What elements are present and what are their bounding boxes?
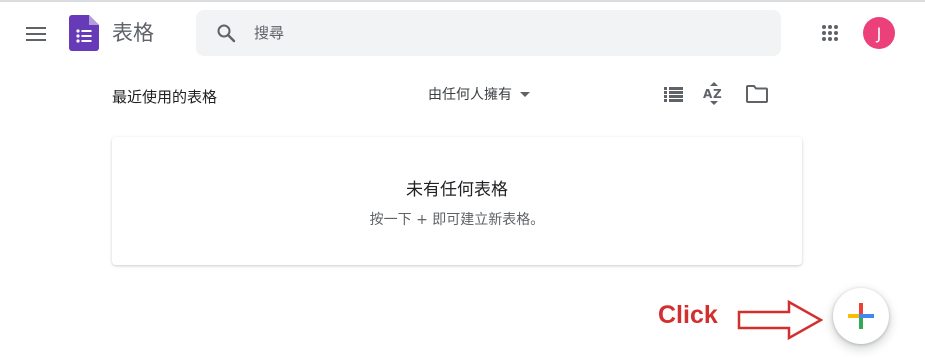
- list-view-icon: [663, 86, 683, 102]
- search-bar[interactable]: [196, 10, 781, 56]
- click-annotation-label: Click: [658, 301, 718, 329]
- sort-button[interactable]: A Z: [701, 81, 727, 107]
- create-new-form-button[interactable]: [833, 288, 889, 344]
- right-arrow-annotation-icon: [737, 300, 823, 340]
- app-title[interactable]: 表格: [112, 18, 154, 48]
- multicolor-plus-icon: [848, 303, 874, 329]
- empty-forms-card: 未有任何表格 按一下 + 即可建立新表格。: [112, 137, 802, 265]
- apps-grid-icon: [822, 25, 838, 41]
- top-border: [0, 0, 925, 2]
- svg-text:Z: Z: [713, 87, 722, 101]
- forms-logo-icon: [69, 15, 99, 51]
- account-avatar[interactable]: J: [863, 17, 895, 49]
- dropdown-caret-icon: [520, 91, 530, 97]
- apps-launcher-button[interactable]: [816, 19, 844, 47]
- hamburger-menu-icon: [26, 27, 46, 41]
- list-view-button[interactable]: [660, 81, 686, 107]
- folder-icon: [746, 85, 768, 103]
- sort-az-icon: A Z: [703, 82, 722, 105]
- owner-filter-dropdown[interactable]: 由任何人擁有: [428, 83, 530, 105]
- empty-state-title: 未有任何表格: [406, 180, 508, 200]
- owner-filter-label: 由任何人擁有: [428, 87, 512, 103]
- empty-state-hint: 按一下 + 即可建立新表格。: [369, 212, 545, 228]
- search-input[interactable]: [252, 23, 756, 43]
- section-title: 最近使用的表格: [112, 88, 218, 106]
- main-menu-button[interactable]: [22, 20, 50, 48]
- open-file-picker-button[interactable]: [744, 81, 770, 107]
- forms-logo[interactable]: [69, 15, 99, 51]
- svg-text:A: A: [703, 87, 713, 101]
- search-icon[interactable]: [214, 21, 238, 45]
